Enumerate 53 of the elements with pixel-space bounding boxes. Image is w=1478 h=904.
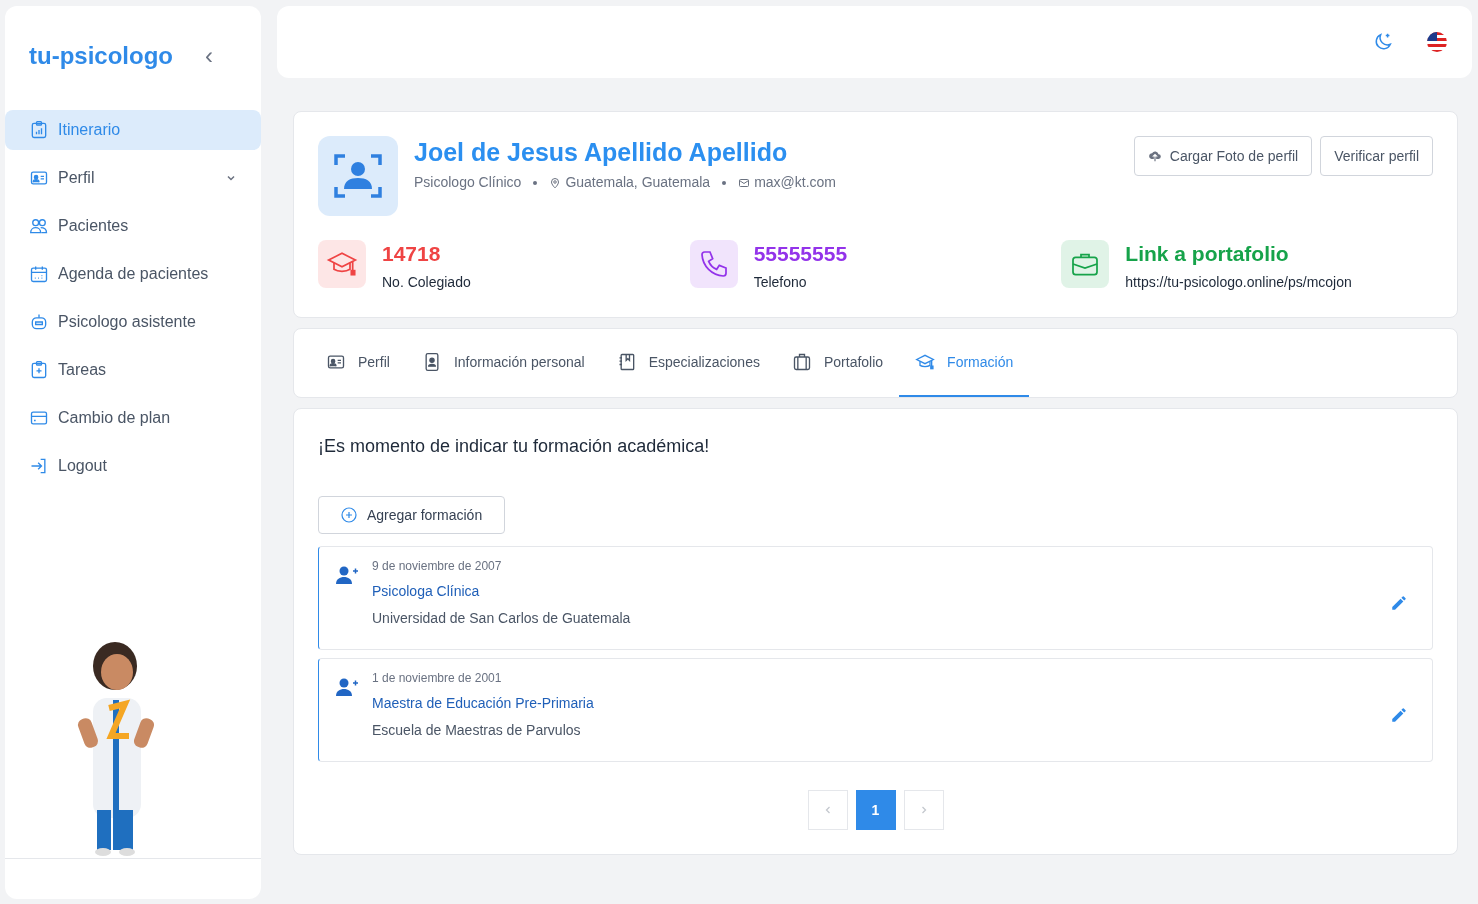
entry-date: 9 de noviembre de 2007 [372, 558, 503, 575]
tab[interactable]: Portafolio [775, 329, 900, 397]
entry-institution: Escuela de Maestras de Parvulos [372, 721, 582, 740]
user-scan-icon [333, 151, 383, 201]
section-heading: ¡Es momento de indicar tu formación académica! [318, 435, 711, 458]
location-icon [549, 176, 562, 189]
stat-value: 14718 [382, 241, 442, 267]
calendar-icon [29, 264, 49, 284]
tab[interactable]: Perfil [310, 329, 406, 397]
stat-label: https://tu-psicologo.online/ps/mcojon [1125, 273, 1352, 292]
clipboard-plus-icon [29, 360, 49, 380]
edit-icon[interactable] [1390, 594, 1408, 612]
verify-profile-button[interactable]: Verificar perfil [1320, 136, 1433, 176]
user-plus-icon [335, 565, 359, 585]
nav-item[interactable]: Tareas [5, 350, 261, 390]
stat-value: Link a portafolio [1125, 241, 1290, 267]
add-education-button[interactable]: Agregar formación [318, 496, 506, 534]
entry-title: Psicologa Clínica [372, 582, 481, 601]
profile-role: Psicologo Clínico [414, 173, 522, 192]
stat-label: Telefono [753, 273, 808, 292]
briefcase-icon [791, 352, 812, 372]
nav-item[interactable]: Logout [5, 446, 261, 486]
logout-icon [29, 456, 49, 476]
nav-item[interactable]: Cambio de plan [5, 398, 261, 438]
stat-label: No. Colegiado [382, 273, 471, 292]
nav-item[interactable]: Perfil [5, 158, 261, 198]
plus-circle-icon [341, 507, 357, 523]
nav-item[interactable]: Pacientes [5, 206, 261, 246]
collapse-button[interactable]: ‹ [205, 44, 237, 68]
tab[interactable]: Especializaciones [600, 329, 776, 397]
nav-item[interactable]: Psicologo asistente [5, 302, 261, 342]
cloud-upload-icon [1147, 149, 1162, 163]
profile-email: max@kt.com [754, 173, 837, 192]
users-icon [29, 216, 49, 236]
tab[interactable]: Formación [899, 329, 1030, 397]
profile-name: Joel de Jesus Apellido Apellido [414, 137, 789, 168]
page-button[interactable]: 1 [855, 790, 896, 830]
user-plus-icon [335, 677, 359, 697]
stat-value: 55555555 [753, 241, 848, 267]
us-flag-icon[interactable] [1426, 31, 1448, 53]
clipboard-chart-icon [29, 120, 49, 140]
entry-title: Maestra de Educación Pre-Primaria [372, 694, 595, 713]
upload-photo-button[interactable]: Cargar Foto de perfil [1133, 136, 1313, 176]
robot-icon [29, 312, 49, 332]
profile-location: Guatemala, Guatemala [565, 173, 711, 192]
nav-item[interactable]: Agenda de pacientes [5, 254, 261, 294]
mail-icon [738, 176, 751, 189]
app-logo[interactable]: tu-psicologo [29, 38, 173, 74]
graduation-cap-icon [915, 352, 936, 372]
edit-icon[interactable] [1390, 706, 1408, 724]
tab[interactable]: Información personal [405, 329, 601, 397]
entry-institution: Universidad de San Carlos de Guatemala [372, 609, 632, 628]
entry-date: 1 de noviembre de 2001 [372, 670, 503, 687]
